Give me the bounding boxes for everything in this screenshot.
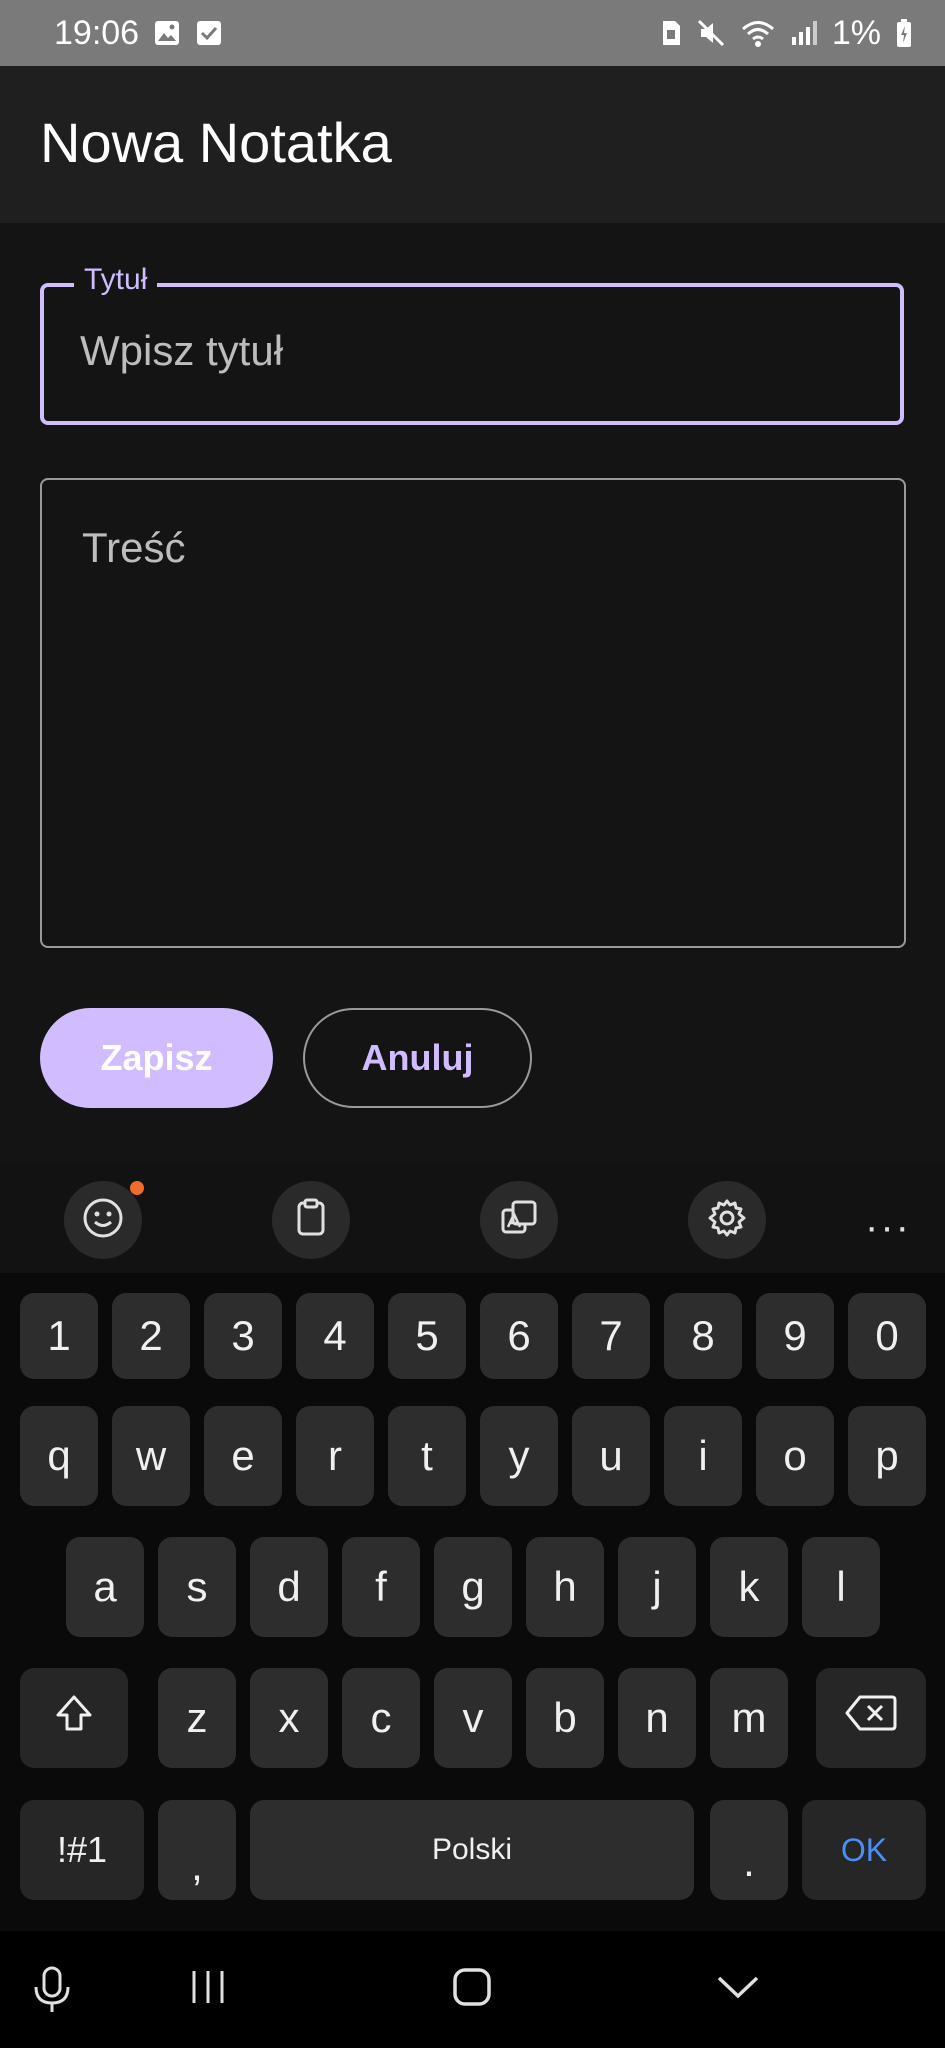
key-r[interactable]: r — [296, 1406, 374, 1506]
settings-button[interactable] — [688, 1181, 766, 1259]
check-box-icon — [195, 19, 223, 47]
key-s[interactable]: s — [158, 1537, 236, 1637]
key-m[interactable]: m — [710, 1668, 788, 1768]
keyboard-toolbar: ··· — [0, 1165, 945, 1273]
key-2[interactable]: 2 — [112, 1293, 190, 1379]
status-bar: 19:06 1% — [0, 0, 945, 66]
key-5[interactable]: 5 — [388, 1293, 466, 1379]
key-1[interactable]: 1 — [20, 1293, 98, 1379]
wifi-icon — [740, 18, 776, 48]
more-icon[interactable]: ··· — [865, 1205, 911, 1250]
key-3[interactable]: 3 — [204, 1293, 282, 1379]
shift-key[interactable] — [20, 1668, 128, 1768]
image-icon — [153, 19, 181, 47]
key-d[interactable]: d — [250, 1537, 328, 1637]
key-p[interactable]: p — [848, 1406, 926, 1506]
translate-icon — [497, 1196, 541, 1245]
backspace-icon — [844, 1693, 898, 1743]
cancel-button[interactable]: Anuluj — [303, 1008, 532, 1108]
status-left: 19:06 — [54, 14, 223, 53]
space-key[interactable]: Polski — [250, 1800, 694, 1900]
key-g[interactable]: g — [434, 1537, 512, 1637]
status-right: 1% — [660, 14, 913, 53]
hide-keyboard-button[interactable] — [714, 1965, 762, 2014]
key-y[interactable]: y — [480, 1406, 558, 1506]
key-i[interactable]: i — [664, 1406, 742, 1506]
content-field[interactable]: Treść — [40, 478, 906, 948]
key-t[interactable]: t — [388, 1406, 466, 1506]
microphone-button[interactable] — [30, 1965, 74, 2020]
keyboard: ··· 1 2 3 4 5 6 7 8 9 0 q w e r t y u i … — [0, 1165, 945, 1931]
key-4[interactable]: 4 — [296, 1293, 374, 1379]
comma-key[interactable]: , — [158, 1800, 236, 1900]
backspace-key[interactable] — [816, 1668, 926, 1768]
signal-icon — [790, 19, 818, 47]
key-f[interactable]: f — [342, 1537, 420, 1637]
key-h[interactable]: h — [526, 1537, 604, 1637]
settings-icon — [705, 1196, 749, 1245]
key-u[interactable]: u — [572, 1406, 650, 1506]
key-b[interactable]: b — [526, 1668, 604, 1768]
sim-icon — [660, 19, 682, 47]
clipboard-button[interactable] — [272, 1181, 350, 1259]
key-n[interactable]: n — [618, 1668, 696, 1768]
title-field-label: Tytuł — [74, 263, 158, 297]
clipboard-icon — [289, 1196, 333, 1245]
recents-button[interactable] — [186, 1965, 230, 2014]
page-title: Nowa Notatka — [40, 111, 392, 174]
shift-icon — [52, 1691, 96, 1745]
key-v[interactable]: v — [434, 1668, 512, 1768]
key-q[interactable]: q — [20, 1406, 98, 1506]
home-button[interactable] — [450, 1965, 494, 2014]
key-o[interactable]: o — [756, 1406, 834, 1506]
status-time: 19:06 — [54, 13, 140, 52]
key-l[interactable]: l — [802, 1537, 880, 1637]
microphone-icon — [30, 1965, 74, 2020]
key-0[interactable]: 0 — [848, 1293, 926, 1379]
app-bar: Nowa Notatka — [0, 66, 945, 223]
notification-dot — [130, 1181, 144, 1195]
save-button[interactable]: Zapisz — [40, 1008, 273, 1108]
key-9[interactable]: 9 — [756, 1293, 834, 1379]
key-x[interactable]: x — [250, 1668, 328, 1768]
chevron-down-icon — [714, 1965, 762, 2014]
period-key[interactable]: . — [710, 1800, 788, 1900]
ok-key[interactable]: OK — [802, 1800, 926, 1900]
key-7[interactable]: 7 — [572, 1293, 650, 1379]
symbols-key[interactable]: !#1 — [20, 1800, 144, 1900]
key-8[interactable]: 8 — [664, 1293, 742, 1379]
key-a[interactable]: a — [66, 1537, 144, 1637]
translate-button[interactable] — [480, 1181, 558, 1259]
navigation-bar — [0, 1931, 945, 2048]
key-e[interactable]: e — [204, 1406, 282, 1506]
title-input-placeholder[interactable]: Wpisz tytuł — [80, 327, 283, 375]
home-icon — [450, 1965, 494, 2014]
mute-icon — [696, 18, 726, 48]
key-j[interactable]: j — [618, 1537, 696, 1637]
key-c[interactable]: c — [342, 1668, 420, 1768]
key-k[interactable]: k — [710, 1537, 788, 1637]
recents-icon — [186, 1965, 230, 2014]
title-field[interactable]: Tytuł Wpisz tytuł — [40, 263, 904, 425]
key-w[interactable]: w — [112, 1406, 190, 1506]
content-input-placeholder[interactable]: Treść — [82, 524, 185, 572]
emoji-icon — [81, 1196, 125, 1245]
battery-icon — [895, 18, 913, 48]
emoji-button[interactable] — [64, 1181, 144, 1259]
battery-percent: 1% — [831, 13, 881, 52]
key-z[interactable]: z — [158, 1668, 236, 1768]
key-6[interactable]: 6 — [480, 1293, 558, 1379]
